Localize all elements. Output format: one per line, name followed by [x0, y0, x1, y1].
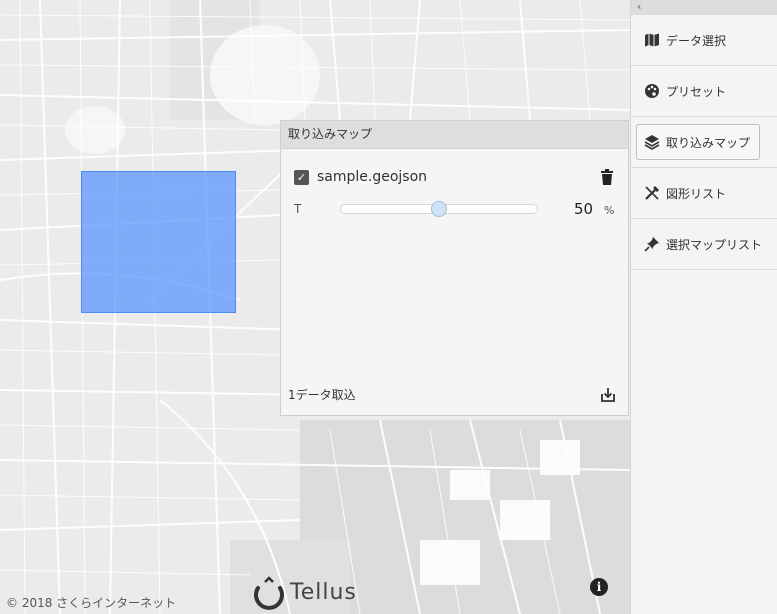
map-attribution: © 2018 さくらインターネット [6, 596, 177, 610]
sidebar-item-label: データ選択 [666, 33, 727, 48]
opacity-value: 50 [574, 200, 594, 218]
layers-icon [644, 134, 660, 150]
sidebar-item-label: 選択マップリスト [666, 237, 763, 252]
sidebar-collapse-button[interactable]: ‹ [631, 0, 777, 15]
imported-map-panel: 取り込みマップ ✓ sample.geojson T 50 % 1データ取込 [280, 120, 629, 416]
opacity-row: T 50 % [294, 199, 614, 221]
geojson-polygon[interactable] [81, 171, 236, 313]
import-count: 1データ取込 [288, 388, 356, 402]
sidebar-item-preset[interactable]: プリセット [631, 66, 777, 117]
pin-icon [644, 236, 660, 252]
layer-visibility-checkbox[interactable]: ✓ [294, 169, 309, 185]
draw-tools-icon [644, 185, 660, 201]
palette-icon [644, 83, 660, 99]
opacity-label: T [294, 202, 302, 216]
opacity-slider[interactable] [340, 201, 538, 217]
opacity-unit: % [604, 204, 615, 217]
info-button[interactable]: i [590, 578, 608, 596]
sidebar-item-imported-map[interactable]: 取り込みマップ [631, 117, 777, 168]
opacity-slider-thumb[interactable] [431, 201, 447, 217]
sidebar-item-label: 取り込みマップ [666, 135, 751, 150]
layer-row: ✓ sample.geojson [294, 166, 614, 188]
sidebar-item-shape-list[interactable]: 図形リスト [631, 168, 777, 219]
sidebar-item-label: 図形リスト [666, 186, 727, 201]
tellus-logo-icon [254, 576, 284, 610]
sidebar: ‹ データ選択 プリセット 取り込みマップ 図形リスト 選択マップリスト [630, 0, 777, 614]
logo-text: Tellus [290, 579, 357, 605]
sidebar-item-data-select[interactable]: データ選択 [631, 15, 777, 66]
panel-title: 取り込みマップ [281, 121, 628, 149]
layer-name: sample.geojson [317, 169, 428, 185]
sidebar-item-selected-map-list[interactable]: 選択マップリスト [631, 219, 777, 270]
map-icon [644, 32, 660, 48]
import-icon[interactable] [600, 387, 616, 403]
tellus-logo: Tellus [252, 574, 357, 610]
sidebar-item-label: プリセット [666, 84, 727, 99]
trash-icon[interactable] [600, 169, 614, 185]
